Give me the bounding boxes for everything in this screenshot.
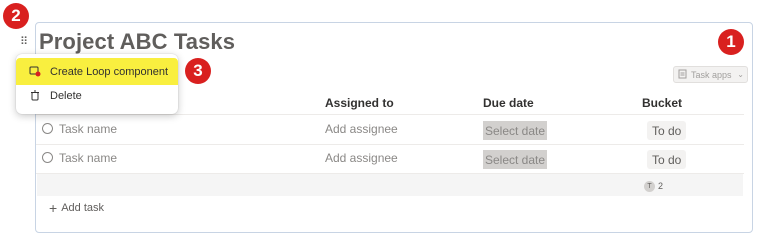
summary-row [37,174,743,196]
task-name-input[interactable]: Task name [59,151,117,165]
add-task-label: Add task [61,202,104,214]
bucket-select[interactable]: To do [647,150,687,169]
drag-handle-icon[interactable]: ⠿ [18,35,30,49]
add-task-button[interactable]: + Add task [49,201,104,215]
callout-badge: 3 [185,58,211,84]
task-apps-button[interactable]: Task apps ⌄ [673,66,748,83]
loop-component-icon [28,66,42,77]
assignee-input[interactable]: Add assignee [325,122,398,136]
due-date-picker[interactable]: Select date [483,121,548,140]
apps-icon [678,69,687,81]
divider [36,144,744,145]
bucket-summary-count: 2 [658,181,664,191]
page-title: Project ABC Tasks [39,29,236,54]
context-menu: Create Loop component Delete [16,54,178,114]
task-name-input[interactable]: Task name [59,122,117,136]
bucket-select[interactable]: To do [647,121,687,140]
assignee-input[interactable]: Add assignee [325,151,398,165]
callout-badge: 2 [3,3,29,29]
menu-item-create-loop-component[interactable]: Create Loop component [16,58,178,85]
callout-badge: 1 [718,29,744,55]
trash-icon [28,90,42,101]
divider [36,114,744,115]
chevron-down-icon: ⌄ [737,70,744,79]
task-complete-checkbox[interactable] [42,123,53,134]
menu-item-label: Create Loop component [50,65,169,78]
column-header-assigned[interactable]: Assigned to [325,96,394,110]
menu-item-label: Delete [50,89,82,102]
task-apps-label: Task apps [691,69,732,80]
menu-item-delete[interactable]: Delete [16,82,178,109]
column-header-due-date[interactable]: Due date [483,96,534,110]
due-date-picker[interactable]: Select date [483,150,548,169]
plus-icon: + [49,200,58,216]
column-header-bucket[interactable]: Bucket [642,96,682,110]
bucket-summary-avatar: T [644,181,655,192]
task-complete-checkbox[interactable] [42,152,53,163]
